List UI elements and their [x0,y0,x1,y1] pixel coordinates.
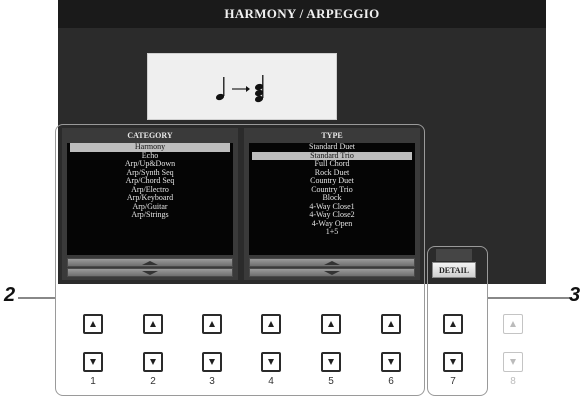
triangle-down-icon [388,359,394,365]
triangle-down-icon [450,359,456,365]
triangle-down-icon [90,359,96,365]
triangle-up-icon [150,321,156,327]
panel-button-number: 8 [510,376,516,387]
triangle-down-icon [268,359,274,365]
panel-button-2-up[interactable] [143,314,163,334]
callout-2-number: 2 [4,284,16,306]
triangle-down-icon [328,359,334,365]
panel-button-3-up[interactable] [202,314,222,334]
panel-button-number: 7 [450,376,456,387]
panel-button-number: 1 [90,376,96,387]
panel-button-2-down[interactable] [143,352,163,372]
panel-button-number: 3 [209,376,215,387]
callout-3-line [488,297,570,299]
triangle-up-icon [90,321,96,327]
triangle-up-icon [510,321,516,327]
triangle-down-icon [209,359,215,365]
panel-button-1-up[interactable] [83,314,103,334]
triangle-down-icon [510,359,516,365]
callout-2-frame [55,124,425,396]
triangle-up-icon [268,321,274,327]
callout-3-number: 3 [569,284,581,306]
panel-button-4-up[interactable] [261,314,281,334]
panel-button-number: 4 [268,376,274,387]
panel-button-5-down[interactable] [321,352,341,372]
harmony-notation-image [147,53,337,120]
panel-button-number: 5 [328,376,334,387]
panel-button-4-down[interactable] [261,352,281,372]
triangle-up-icon [388,321,394,327]
panel-button-6-up[interactable] [381,314,401,334]
panel-button-6-down[interactable] [381,352,401,372]
panel-button-7-down[interactable] [443,352,463,372]
triangle-up-icon [450,321,456,327]
panel-button-number: 2 [150,376,156,387]
panel-button-1-down[interactable] [83,352,103,372]
panel-button-number: 6 [388,376,394,387]
triangle-down-icon [150,359,156,365]
panel-button-8-down [503,352,523,372]
panel-button-5-up[interactable] [321,314,341,334]
triangle-up-icon [328,321,334,327]
panel-button-8-up [503,314,523,334]
triangle-up-icon [209,321,215,327]
note-to-chord-icon [215,74,264,102]
panel-button-7-up[interactable] [443,314,463,334]
screen-title: HARMONY / ARPEGGIO [58,0,546,28]
panel-button-3-down[interactable] [202,352,222,372]
callout-2-line [18,297,55,299]
